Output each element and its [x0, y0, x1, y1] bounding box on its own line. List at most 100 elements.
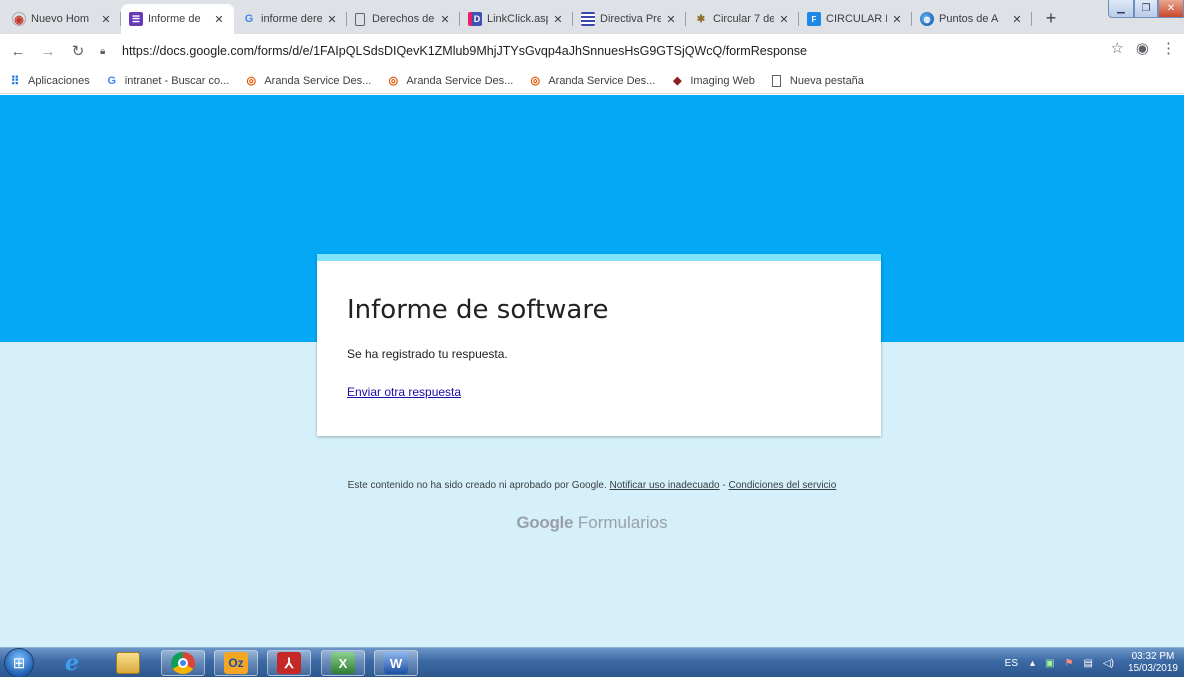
submit-another-link[interactable]: Enviar otra respuesta	[347, 385, 461, 399]
tab-circular-7[interactable]: ✱ Circular 7 de ✕	[686, 4, 799, 34]
tab-title: Nuevo Hom	[31, 13, 90, 25]
aranda-icon: ◉	[12, 12, 26, 26]
language-indicator[interactable]: ES	[1005, 658, 1018, 669]
arrow-left-icon: ←	[10, 42, 26, 60]
close-icon[interactable]: ✕	[551, 13, 565, 26]
file-explorer-icon	[116, 652, 140, 674]
tab-title: Puntos de A	[939, 13, 999, 25]
bookmark-star-icon[interactable]: ☆	[1110, 39, 1123, 57]
tab-informe[interactable]: ☰ Informe de ✕	[121, 4, 234, 34]
bookmark-nueva-pestana[interactable]: Nueva pestaña	[770, 74, 864, 88]
excel-icon: X	[331, 652, 355, 674]
tab-strip: ◉ Nuevo Hom ✕ ☰ Informe de ✕ G informe d…	[0, 0, 1184, 34]
linkclick-icon: D	[468, 12, 482, 26]
close-icon[interactable]: ✕	[438, 13, 452, 26]
back-button[interactable]: ←	[6, 39, 30, 63]
imaging-icon: ◆	[673, 75, 682, 87]
tab-puntos[interactable]: ◍ Puntos de A ✕	[912, 4, 1032, 34]
tab-linkclick[interactable]: D LinkClick.asp ✕	[460, 4, 573, 34]
bookmark-label: Aranda Service Des...	[264, 74, 372, 87]
network-icon[interactable]: ▣	[1045, 658, 1054, 669]
close-icon[interactable]: ✕	[890, 13, 904, 26]
bookmarks-bar: ⠿ Aplicaciones G intranet - Buscar co...…	[0, 68, 1184, 94]
forward-button[interactable]: →	[36, 39, 60, 63]
aranda-icon: ◎	[246, 75, 257, 87]
document-icon	[770, 74, 784, 88]
bookmark-aranda-1[interactable]: ◎ Aranda Service Des...	[244, 74, 372, 88]
google-icon: G	[244, 13, 254, 25]
form-title: Informe de software	[347, 295, 609, 325]
google-forms-icon: ☰	[129, 12, 143, 26]
restore-icon: ❐	[1141, 3, 1151, 14]
aranda-icon: ◎	[530, 75, 541, 87]
card-accent-bar	[317, 254, 881, 261]
system-clock[interactable]: 03:32 PM 15/03/2019	[1128, 651, 1178, 675]
address-bar[interactable]: 🔒︎ https://docs.google.com/forms/d/e/1FA…	[100, 40, 1100, 62]
tab-title: informe dere	[261, 13, 322, 25]
disclaimer-text: Este contenido no ha sido creado ni apro…	[347, 480, 607, 491]
close-icon[interactable]: ✕	[325, 13, 339, 26]
profile-icon[interactable]: ◉	[1136, 39, 1149, 57]
brand-google: Google	[516, 513, 574, 532]
outlook-icon: Oz	[224, 652, 248, 674]
arrow-right-icon: →	[40, 42, 56, 60]
tab-title: LinkClick.asp	[487, 13, 548, 25]
windows-taskbar: ⊞ e Oz ⅄ X W ES ▴ ▣ ⚑ ▤ ◁) 03:32 PM 15/0…	[0, 647, 1184, 677]
menu-dots-icon[interactable]: ⋮	[1161, 39, 1176, 57]
taskbar-word[interactable]: W	[374, 650, 418, 676]
globe-icon: ◍	[920, 12, 934, 26]
new-tab-button[interactable]: +	[1040, 8, 1062, 30]
volume-icon[interactable]: ◁)	[1103, 658, 1114, 669]
document-icon	[355, 12, 365, 26]
footer-separator: -	[722, 480, 726, 491]
browser-toolbar: ← → ↻ 🔒︎ https://docs.google.com/forms/d…	[0, 34, 1184, 68]
directiva-icon	[581, 12, 595, 26]
bookmark-aplicaciones[interactable]: ⠿ Aplicaciones	[8, 74, 90, 88]
google-icon: G	[107, 74, 117, 87]
close-window-button[interactable]: ✕	[1158, 0, 1184, 18]
google-forms-logo[interactable]: Google Formularios	[0, 513, 1184, 533]
bookmark-aranda-3[interactable]: ◎ Aranda Service Des...	[528, 74, 656, 88]
reload-button[interactable]: ↻	[66, 39, 90, 63]
bookmark-label: Aranda Service Des...	[548, 74, 656, 87]
close-icon[interactable]: ✕	[212, 13, 226, 26]
close-icon[interactable]: ✕	[777, 13, 791, 26]
display-icon[interactable]: ▤	[1083, 658, 1092, 669]
taskbar-internet-explorer[interactable]: e	[50, 650, 94, 676]
tab-circular-n[interactable]: F CIRCULAR N ✕	[799, 4, 912, 34]
clock-date: 15/03/2019	[1127, 663, 1178, 674]
minimize-button[interactable]: ▁	[1108, 0, 1134, 18]
taskbar-outlook[interactable]: Oz	[214, 650, 258, 676]
close-icon[interactable]: ✕	[664, 13, 678, 26]
taskbar-acrobat[interactable]: ⅄	[267, 650, 311, 676]
tab-title: Circular 7 de	[713, 13, 774, 25]
maximize-button[interactable]: ❐	[1134, 0, 1158, 18]
tab-nuevo-home[interactable]: ◉ Nuevo Hom ✕	[4, 4, 121, 34]
show-hidden-icons-icon[interactable]: ▴	[1030, 658, 1035, 669]
action-center-icon[interactable]: ⚑	[1064, 658, 1073, 669]
brand-product: Formularios	[577, 513, 668, 532]
tab-informe-derechos[interactable]: G informe dere ✕	[234, 4, 347, 34]
window-controls: ▁ ❐ ✕	[1108, 0, 1184, 18]
bookmark-label: intranet - Buscar co...	[124, 74, 230, 87]
confirmation-message: Se ha registrado tu respuesta.	[347, 347, 508, 361]
close-icon[interactable]: ✕	[1010, 13, 1024, 26]
bookmark-imaging-web[interactable]: ◆ Imaging Web	[670, 74, 755, 88]
clock-time: 03:32 PM	[1131, 651, 1175, 662]
start-button[interactable]: ⊞	[4, 648, 34, 677]
apps-grid-icon: ⠿	[10, 73, 20, 88]
taskbar-file-explorer[interactable]	[106, 650, 150, 676]
bookmark-aranda-2[interactable]: ◎ Aranda Service Des...	[386, 74, 514, 88]
bookmark-label: Aranda Service Des...	[406, 74, 514, 87]
minimize-icon: ▁	[1117, 3, 1125, 14]
taskbar-chrome[interactable]	[161, 650, 205, 676]
tab-derechos[interactable]: Derechos de ✕	[347, 4, 460, 34]
terms-link[interactable]: Condiciones del servicio	[729, 480, 837, 491]
bookmark-intranet[interactable]: G intranet - Buscar co...	[105, 74, 230, 88]
taskbar-excel[interactable]: X	[321, 650, 365, 676]
windows-logo-icon: ⊞	[12, 655, 26, 672]
report-abuse-link[interactable]: Notificar uso inadecuado	[610, 480, 720, 491]
form-footer: Este contenido no ha sido creado ni apro…	[0, 480, 1184, 491]
close-icon[interactable]: ✕	[99, 13, 113, 26]
tab-directiva[interactable]: Directiva Pre ✕	[573, 4, 686, 34]
